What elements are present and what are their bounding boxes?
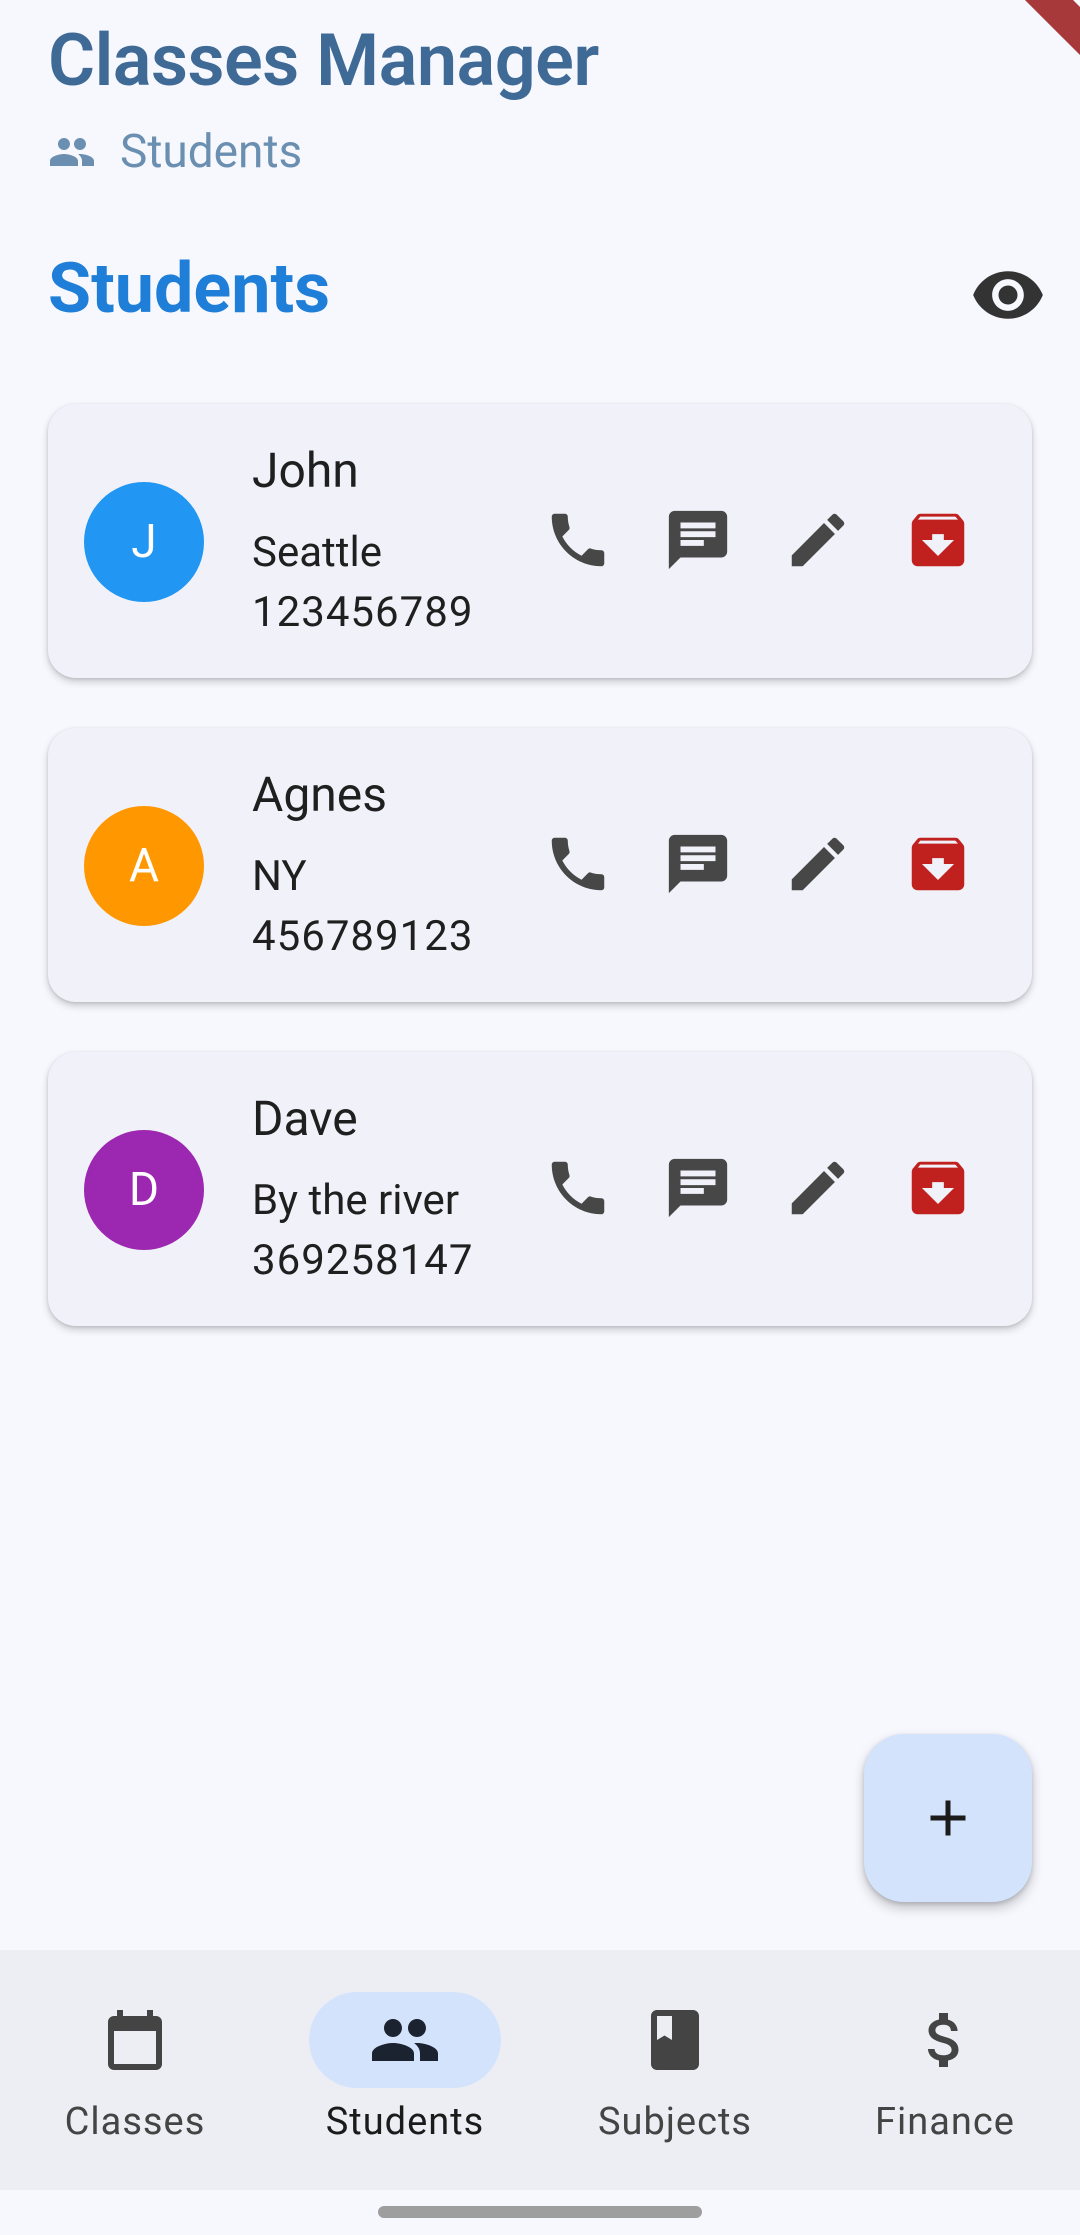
student-address: Seattle (252, 528, 383, 577)
nav-label: Students (325, 2100, 485, 2144)
app-subtitle-text: Students (120, 125, 303, 179)
student-card[interactable]: D Dave By the river 369258147 (48, 1052, 1032, 1326)
nav-item-classes[interactable]: Classes (0, 1950, 270, 2190)
student-name: Dave (252, 1090, 358, 1147)
student-name: John (252, 442, 359, 499)
nav-item-subjects[interactable]: Subjects (540, 1950, 810, 2190)
archive-button[interactable] (898, 824, 978, 904)
dollar-icon (927, 2013, 959, 2067)
student-phone: 456789123 (252, 912, 474, 961)
people-icon (372, 2019, 438, 2061)
eye-icon (973, 271, 1043, 319)
edit-icon (791, 837, 845, 891)
avatar: J (84, 482, 204, 602)
edit-icon (791, 513, 845, 567)
edit-button[interactable] (778, 500, 858, 580)
message-button[interactable] (658, 1148, 738, 1228)
debug-banner (1000, 0, 1080, 80)
student-card[interactable]: A Agnes NY 456789123 (48, 728, 1032, 1002)
app-title: Classes Manager (48, 18, 599, 103)
avatar: D (84, 1130, 204, 1250)
message-icon (668, 1158, 728, 1218)
student-address: NY (252, 852, 307, 901)
call-button[interactable] (538, 1148, 618, 1228)
calendar-icon (108, 2010, 162, 2070)
student-card[interactable]: J John Seattle 123456789 (48, 404, 1032, 678)
archive-icon (911, 513, 965, 567)
message-icon (668, 510, 728, 570)
people-icon (50, 138, 94, 166)
call-button[interactable] (538, 500, 618, 580)
phone-icon (551, 513, 605, 567)
nav-indicator (849, 1992, 1041, 2088)
nav-label: Classes (64, 2100, 206, 2144)
nav-item-finance[interactable]: Finance (810, 1950, 1080, 2190)
phone-icon (551, 837, 605, 891)
book-icon (651, 2010, 699, 2070)
app-subtitle: Students (48, 124, 302, 180)
message-icon (668, 834, 728, 894)
add-student-fab[interactable] (864, 1734, 1032, 1902)
nav-label: Finance (875, 2100, 1015, 2144)
add-icon (930, 1800, 966, 1836)
student-phone: 123456789 (252, 588, 474, 637)
archive-button[interactable] (898, 1148, 978, 1228)
phone-icon (551, 1161, 605, 1215)
nav-item-students[interactable]: Students (270, 1950, 540, 2190)
edit-icon (791, 1161, 845, 1215)
archive-button[interactable] (898, 500, 978, 580)
archive-icon (911, 1161, 965, 1215)
student-phone: 369258147 (252, 1236, 474, 1285)
nav-indicator (579, 1992, 771, 2088)
bottom-navigation: Classes Students Subjects Finance (0, 1950, 1080, 2190)
home-indicator[interactable] (378, 2206, 702, 2218)
nav-indicator (309, 1992, 501, 2088)
edit-button[interactable] (778, 1148, 858, 1228)
nav-label: Subjects (597, 2100, 753, 2144)
student-name: Agnes (252, 766, 387, 823)
message-button[interactable] (658, 500, 738, 580)
section-title: Students (48, 248, 331, 330)
nav-indicator (39, 1992, 231, 2088)
avatar: A (84, 806, 204, 926)
call-button[interactable] (538, 824, 618, 904)
student-address: By the river (252, 1176, 460, 1225)
message-button[interactable] (658, 824, 738, 904)
archive-icon (911, 837, 965, 891)
visibility-toggle-button[interactable] (970, 262, 1046, 328)
edit-button[interactable] (778, 824, 858, 904)
